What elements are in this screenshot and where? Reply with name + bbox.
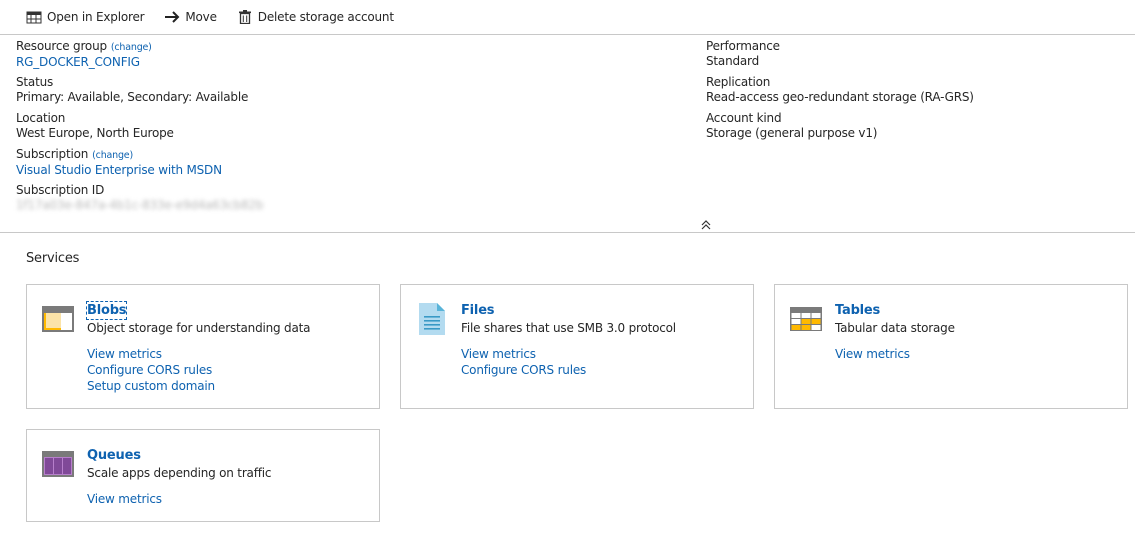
blobs-configure-cors-link[interactable]: Configure CORS rules [87,362,310,378]
resource-group-value-link[interactable]: RG_DOCKER_CONFIG [16,55,263,70]
replication-value: Read-access geo-redundant storage (RA-GR… [706,90,974,104]
blobs-title-link[interactable]: Blobs [85,301,128,320]
delete-storage-account-button[interactable]: Delete storage account [237,9,394,25]
service-card-blobs[interactable]: Blobs Object storage for understanding d… [26,284,380,409]
queues-view-metrics-link[interactable]: View metrics [87,491,271,507]
account-kind-field: Account kind Storage (general purpose v1… [706,111,974,147]
performance-value: Standard [706,54,759,68]
account-kind-value: Storage (general purpose v1) [706,126,878,140]
service-card-tables[interactable]: Tables Tabular data storage View metrics [774,284,1128,409]
resource-group-field: Resource group (change) RG_DOCKER_CONFIG [16,39,263,75]
replication-label: Replication [706,75,771,89]
blob-icon [42,303,74,335]
command-bar: Open in Explorer Move Delete storage acc… [0,0,1135,35]
essentials-panel: Resource group (change) RG_DOCKER_CONFIG … [0,35,1135,233]
tables-description: Tabular data storage [835,321,955,335]
service-card-files[interactable]: Files File shares that use SMB 3.0 proto… [400,284,754,409]
subscription-id-label: Subscription ID [16,183,105,197]
files-title-link[interactable]: Files [461,302,495,319]
performance-label: Performance [706,39,780,53]
file-icon [416,303,448,335]
collapse-essentials-button[interactable] [699,219,713,231]
queue-icon [42,448,74,480]
replication-field: Replication Read-access geo-redundant st… [706,75,974,111]
files-view-metrics-link[interactable]: View metrics [461,346,676,362]
open-in-explorer-button[interactable]: Open in Explorer [26,9,145,25]
subscription-id-value: 1f17a03e-847a-4b1c-833e-e9d4a63cb82b [16,198,264,212]
files-configure-cors-link[interactable]: Configure CORS rules [461,362,676,378]
subscription-label: Subscription [16,147,89,161]
resource-group-change-link[interactable]: (change) [111,42,152,53]
account-kind-label: Account kind [706,111,782,125]
subscription-field: Subscription (change) Visual Studio Enter… [16,147,263,183]
double-chevron-up-icon [701,220,711,230]
tables-title-link[interactable]: Tables [835,302,880,319]
move-label: Move [185,10,217,24]
status-value: Primary: Available, Secondary: Available [16,90,249,104]
location-label: Location [16,111,66,125]
blobs-setup-custom-domain-link[interactable]: Setup custom domain [87,378,310,394]
queues-title-link[interactable]: Queues [87,447,141,464]
trash-icon [237,9,253,25]
essentials-left-column: Resource group (change) RG_DOCKER_CONFIG … [16,39,263,219]
resource-group-label: Resource group [16,39,107,53]
subscription-id-field: Subscription ID 1f17a03e-847a-4b1c-833e-… [16,183,263,219]
open-in-explorer-label: Open in Explorer [47,10,145,24]
services-heading: Services [26,251,80,266]
subscription-change-link[interactable]: (change) [92,150,133,161]
arrow-right-icon [164,9,180,25]
blobs-description: Object storage for understanding data [87,321,311,335]
table-icon [790,303,822,335]
files-description: File shares that use SMB 3.0 protocol [461,321,676,335]
location-field: Location West Europe, North Europe [16,111,263,147]
location-value: West Europe, North Europe [16,126,174,140]
queues-description: Scale apps depending on traffic [87,466,272,480]
essentials-right-column: Performance Standard Replication Read-ac… [706,39,974,147]
performance-field: Performance Standard [706,39,974,75]
subscription-value-link[interactable]: Visual Studio Enterprise with MSDN [16,163,263,178]
move-button[interactable]: Move [164,9,217,25]
service-card-queues[interactable]: Queues Scale apps depending on traffic V… [26,429,380,522]
status-field: Status Primary: Available, Secondary: Av… [16,75,263,111]
blobs-view-metrics-link[interactable]: View metrics [87,346,310,362]
tables-view-metrics-link[interactable]: View metrics [835,346,955,362]
status-label: Status [16,75,54,89]
explorer-icon [26,9,42,25]
delete-storage-account-label: Delete storage account [257,10,394,24]
